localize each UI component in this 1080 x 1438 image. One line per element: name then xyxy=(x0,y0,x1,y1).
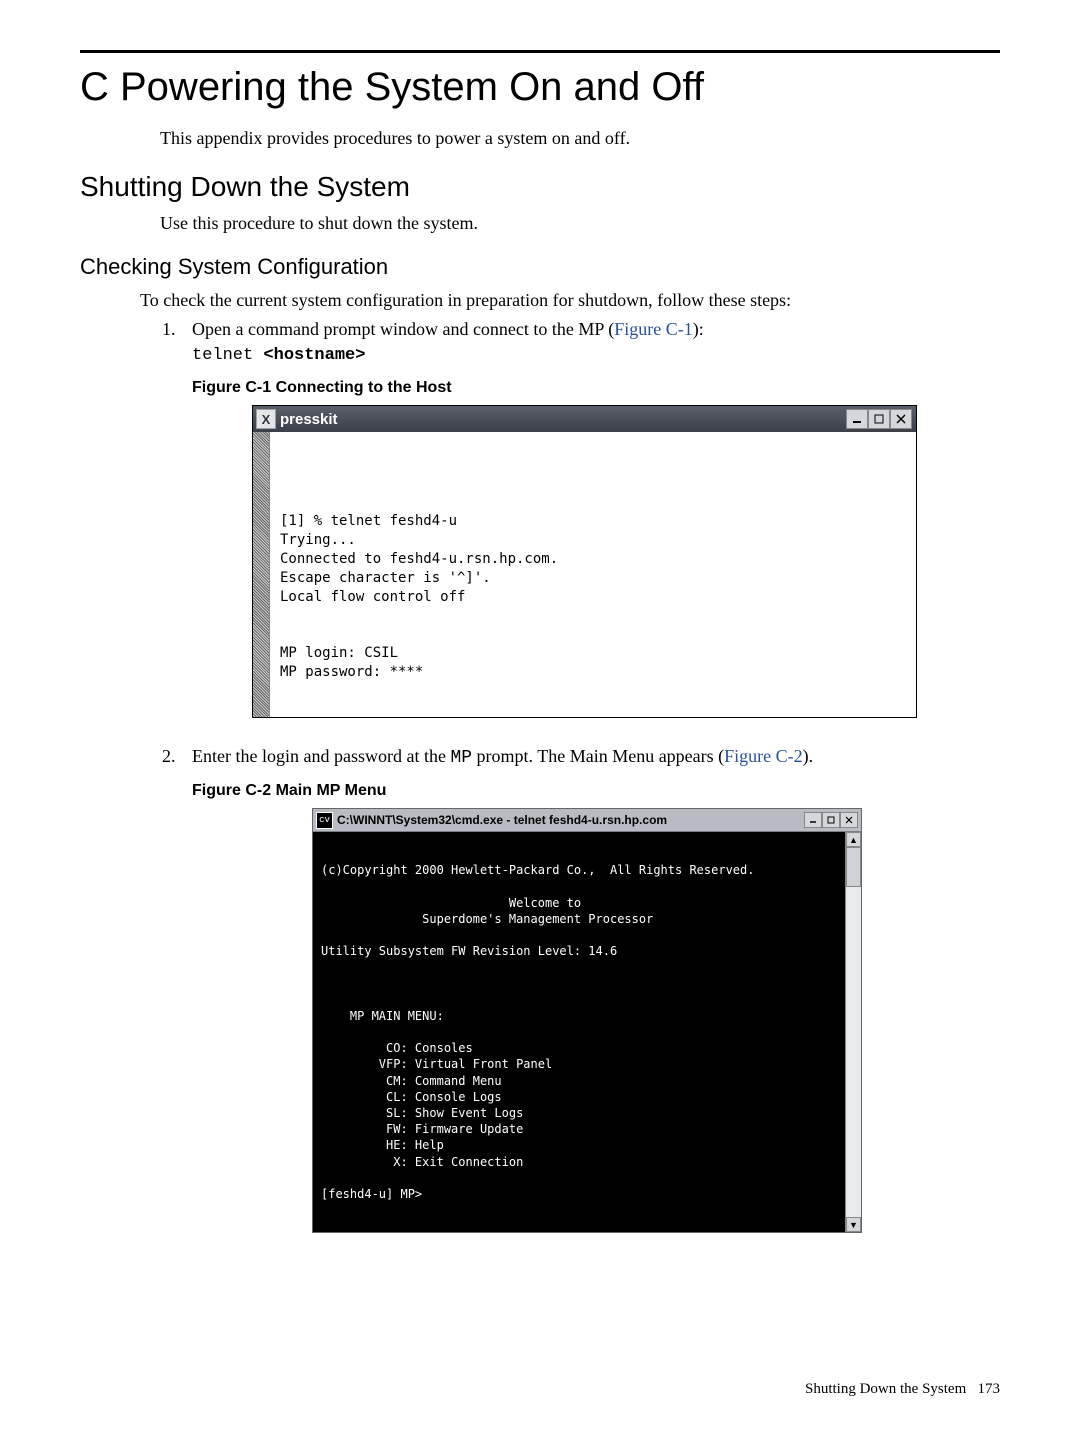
window2-title-text: C:\WINNT\System32\cmd.exe - telnet feshd… xyxy=(337,813,667,827)
telnet-hostname: <hostname> xyxy=(263,346,365,365)
section-text: Use this procedure to shut down the syst… xyxy=(160,213,1000,234)
window2-body: (c)Copyright 2000 Hewlett-Packard Co., A… xyxy=(313,832,861,1232)
mp-code: MP xyxy=(450,748,472,768)
window1-title-left: X presskit xyxy=(253,409,338,429)
scroll-thumb[interactable] xyxy=(846,847,861,887)
page: C Powering the System On and Off This ap… xyxy=(0,0,1080,1438)
window1-controls xyxy=(846,409,912,429)
figure-c2-window: cv C:\WINNT\System32\cmd.exe - telnet fe… xyxy=(312,808,862,1233)
section-heading: Shutting Down the System xyxy=(80,171,1000,203)
scroll-track[interactable] xyxy=(846,887,861,1217)
minimize-button[interactable] xyxy=(804,812,822,828)
telnet-command: telnet <hostname> xyxy=(192,346,1000,365)
figref-c1[interactable]: Figure C-1 xyxy=(614,319,693,339)
maximize-button[interactable] xyxy=(868,409,890,429)
figure-c1-caption: Figure C-1 Connecting to the Host xyxy=(192,379,1000,397)
maximize-button[interactable] xyxy=(822,812,840,828)
step-2: Enter the login and password at the MP p… xyxy=(180,746,1000,1233)
terminal1-content: [1] % telnet feshd4-u Trying... Connecte… xyxy=(270,432,916,717)
cmd-icon: cv xyxy=(316,812,333,829)
window2-titlebar: cv C:\WINNT\System32\cmd.exe - telnet fe… xyxy=(313,809,861,832)
window1-body: [1] % telnet feshd4-u Trying... Connecte… xyxy=(253,432,916,717)
steps-list: Open a command prompt window and connect… xyxy=(150,319,1000,1233)
figure-c2-caption: Figure C-2 Main MP Menu xyxy=(192,782,1000,800)
step-2-mid: prompt. The Main Menu appears ( xyxy=(472,746,724,766)
x-icon: X xyxy=(256,409,276,429)
appendix-title: C Powering the System On and Off xyxy=(80,65,1000,110)
step-2-text: Enter the login and password at the xyxy=(192,746,450,766)
figref-c2[interactable]: Figure C-2 xyxy=(724,746,803,766)
telnet-prefix: telnet xyxy=(192,346,263,365)
window1-scrollbar[interactable] xyxy=(253,432,270,717)
step-1: Open a command prompt window and connect… xyxy=(180,319,1000,718)
footer-page: 173 xyxy=(978,1381,1001,1397)
window1-title-text: presskit xyxy=(280,411,338,428)
window2-controls xyxy=(804,812,858,828)
figure-c1-window: X presskit [1] % telnet feshd4-u Trying.… xyxy=(252,405,917,718)
window2-title-left: cv C:\WINNT\System32\cmd.exe - telnet fe… xyxy=(316,812,667,829)
scroll-down-button[interactable]: ▼ xyxy=(846,1217,861,1232)
subsection-text: To check the current system configuratio… xyxy=(140,290,1000,311)
step-1-text: Open a command prompt window and connect… xyxy=(192,319,614,339)
subsection-heading: Checking System Configuration xyxy=(80,254,1000,280)
close-button[interactable] xyxy=(890,409,912,429)
step-1-after: ): xyxy=(693,319,704,339)
footer-text: Shutting Down the System xyxy=(805,1381,966,1397)
minimize-button[interactable] xyxy=(846,409,868,429)
scroll-up-button[interactable]: ▲ xyxy=(846,832,861,847)
appendix-intro: This appendix provides procedures to pow… xyxy=(160,128,1000,149)
page-footer: Shutting Down the System 173 xyxy=(805,1381,1000,1398)
window2-scrollbar[interactable]: ▲ ▼ xyxy=(845,832,861,1232)
terminal2-content: (c)Copyright 2000 Hewlett-Packard Co., A… xyxy=(313,832,845,1232)
top-rule xyxy=(80,50,1000,53)
step-2-after: ). xyxy=(803,746,814,766)
close-button[interactable] xyxy=(840,812,858,828)
window1-titlebar: X presskit xyxy=(253,406,916,432)
